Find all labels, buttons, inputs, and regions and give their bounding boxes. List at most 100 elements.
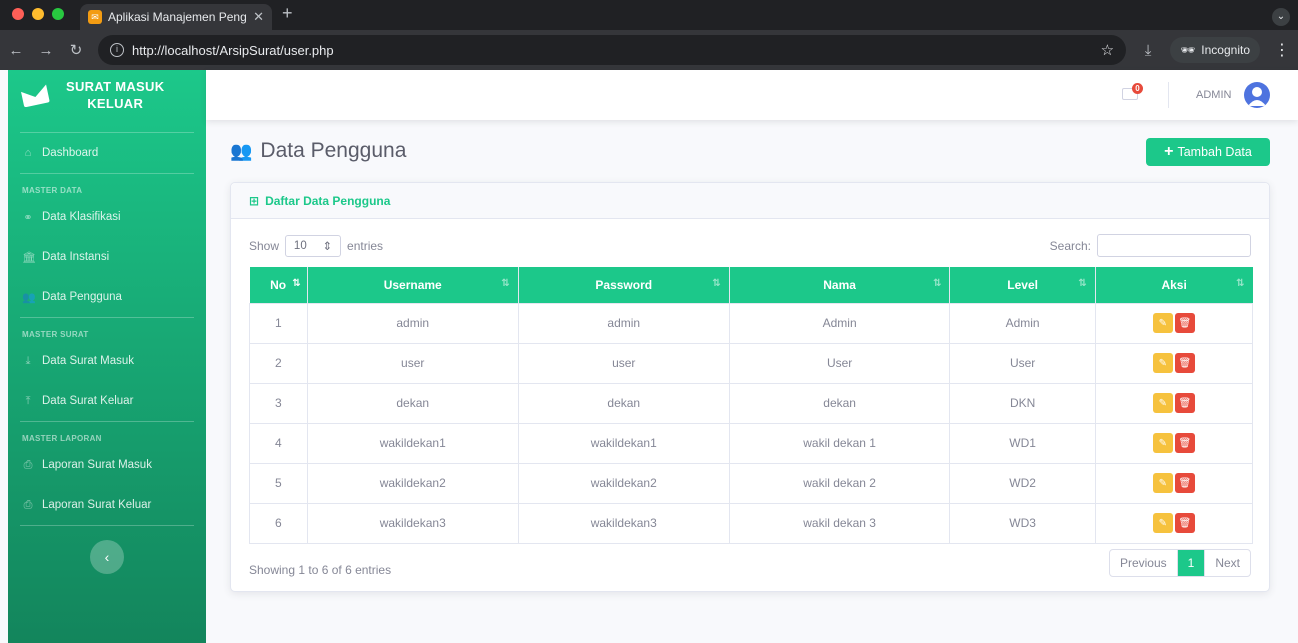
previous-page-button[interactable]: Previous (1110, 550, 1178, 576)
trash-icon[interactable]: 🗑 (1174, 513, 1195, 533)
trash-icon[interactable]: 🗑 (1174, 433, 1195, 453)
table-cell: wakildekan3 (517, 502, 730, 544)
sidebar-item-surat-masuk[interactable]: ⤓ Data Surat Masuk (8, 341, 206, 381)
address-bar[interactable]: i http://localhost/ArsipSurat/user.php ☆ (98, 35, 1127, 65)
sort-icon: ⇅ (1078, 278, 1087, 289)
edit-icon[interactable]: ✎ (1152, 513, 1173, 533)
user-name[interactable]: ADMIN (1196, 89, 1231, 101)
sidebar-item-label: Data Surat Masuk (42, 355, 135, 367)
url-text[interactable]: http://localhost/ArsipSurat/user.php (132, 43, 334, 58)
sidebar-item-dashboard[interactable]: ⌂ Dashboard (8, 133, 206, 173)
user-icon (1248, 87, 1266, 106)
tab-search-icon[interactable]: ⌄ (1272, 8, 1290, 26)
edit-icon[interactable]: ✎ (1152, 313, 1173, 333)
table-cell: admin (306, 302, 519, 344)
forward-arrow-icon[interactable]: → (38, 42, 54, 59)
entries-label: entries (347, 239, 384, 253)
column-header-label: Aksi (1161, 277, 1187, 292)
table-cell: wakil dekan 1 (728, 422, 951, 464)
entries-select[interactable]: 10 ⇕ (285, 235, 342, 257)
column-header[interactable]: Password ⇅ (518, 267, 730, 303)
sort-icon: ⇅ (933, 278, 942, 289)
table-cell: WD3 (949, 502, 1096, 544)
sidebar-item-laporan-keluar[interactable]: ⎙ Laporan Surat Keluar (8, 485, 206, 525)
table-cell: dekan (728, 382, 951, 424)
table-cell: 4 (249, 422, 308, 464)
table-info: Showing 1 to 6 of 6 entries (249, 563, 392, 577)
sidebar-item-label: Laporan Surat Keluar (42, 499, 152, 511)
maximize-window-button[interactable] (52, 8, 64, 20)
sidebar: SURAT MASUK KELUAR ⌂ Dashboard MASTER DA… (8, 70, 206, 643)
home-icon: ⌂ (24, 147, 32, 159)
table-cell: 6 (249, 502, 308, 544)
column-header[interactable]: Level ⇅ (949, 267, 1096, 303)
table-cell: dekan (517, 382, 730, 424)
edit-icon[interactable]: ✎ (1152, 473, 1173, 493)
page-1-button[interactable]: 1 (1177, 550, 1206, 576)
topbar: 0 ADMIN (206, 70, 1298, 120)
table-cell: 1 (249, 302, 308, 344)
column-header[interactable]: Username ⇅ (307, 267, 519, 303)
edit-icon[interactable]: ✎ (1152, 353, 1173, 373)
sidebar-item-surat-keluar[interactable]: ⤒ Data Surat Keluar (8, 381, 206, 421)
sidebar-item-instansi[interactable]: 🏛 Data Instansi (8, 237, 206, 277)
reload-icon[interactable]: ↻ (68, 41, 84, 59)
sidebar-item-laporan-masuk[interactable]: ⎙ Laporan Surat Masuk (8, 445, 206, 485)
sidebar-toggle-button[interactable]: ‹ (90, 540, 124, 574)
add-data-button[interactable]: + Tambah Data (1146, 138, 1270, 166)
incognito-badge[interactable]: 🕶 Incognito (1170, 37, 1260, 63)
table-cell: 5 (249, 462, 308, 504)
sort-icon: ⇅ (501, 278, 510, 289)
minimize-window-button[interactable] (32, 8, 44, 20)
kebab-menu-icon[interactable]: ⋮ (1274, 40, 1290, 60)
browser-tab[interactable]: ✉ Aplikasi Manajemen Pengelol ✕ (80, 4, 272, 30)
next-page-button[interactable]: Next (1205, 550, 1250, 576)
info-icon[interactable]: i (110, 43, 124, 57)
edit-icon[interactable]: ✎ (1152, 393, 1173, 413)
sidebar-item-pengguna[interactable]: 👥 Data Pengguna (8, 277, 206, 317)
brand[interactable]: SURAT MASUK KELUAR (8, 70, 206, 120)
trash-icon[interactable]: 🗑 (1174, 473, 1195, 493)
download-icon: ⤓ (25, 354, 31, 367)
column-header-label: Nama (823, 277, 856, 292)
sidebar-item-label: Data Klasifikasi (42, 211, 121, 223)
column-header[interactable]: Aksi ⇅ (1095, 267, 1253, 303)
column-header[interactable]: Nama ⇅ (729, 267, 951, 303)
window-controls (0, 8, 74, 30)
card-header: ⊞ Daftar Data Pengguna (231, 183, 1269, 219)
column-header[interactable]: No ⇅ (249, 267, 308, 303)
table-row: 3 dekan dekan dekan DKN ✎ 🗑 (249, 382, 1254, 424)
avatar[interactable] (1244, 82, 1270, 108)
sort-icon: ⇅ (292, 278, 301, 289)
length-control: Show 10 ⇕ entries (249, 235, 383, 257)
download-icon[interactable]: ⤓ (1140, 42, 1156, 59)
table-header-row: No ⇅ Username ⇅ Password ⇅ Nama ⇅ Level ⇅ Aksi ⇅ (249, 267, 1253, 303)
trash-icon[interactable]: 🗑 (1174, 353, 1195, 373)
upload-icon: ⤒ (25, 394, 31, 407)
table-row: 4 wakildekan1 wakildekan1 wakil dekan 1 WD1 ✎… (249, 422, 1254, 464)
select-arrows-icon: ⇕ (322, 241, 333, 253)
sidebar-divider (20, 525, 194, 526)
action-cell: ✎ 🗑 (1094, 502, 1254, 544)
new-tab-button[interactable]: + (272, 3, 303, 30)
edit-icon[interactable]: ✎ (1152, 433, 1173, 453)
sidebar-item-label: Data Instansi (42, 251, 110, 263)
table-cell: 3 (249, 382, 308, 424)
table-cell: WD2 (949, 462, 1096, 504)
sidebar-heading-master-surat: MASTER SURAT (22, 330, 89, 339)
close-window-button[interactable] (12, 8, 24, 20)
column-header-label: Level (1007, 277, 1038, 292)
print-icon: ⎙ (23, 458, 33, 471)
search-input[interactable] (1097, 234, 1251, 257)
back-arrow-icon[interactable]: ← (8, 42, 24, 59)
message-count-badge[interactable]: 0 (1132, 83, 1143, 94)
brand-text: SURAT MASUK KELUAR (66, 79, 165, 111)
table-cell: user (517, 342, 730, 384)
trash-icon[interactable]: 🗑 (1174, 313, 1195, 333)
bookmark-star-icon[interactable]: ☆ (1101, 41, 1114, 59)
sidebar-item-klasifikasi[interactable]: ⚭ Data Klasifikasi (8, 197, 206, 237)
close-icon[interactable]: ✕ (253, 9, 264, 25)
table-cell: wakil dekan 3 (728, 502, 951, 544)
table-cell: 2 (249, 342, 308, 384)
trash-icon[interactable]: 🗑 (1174, 393, 1195, 413)
